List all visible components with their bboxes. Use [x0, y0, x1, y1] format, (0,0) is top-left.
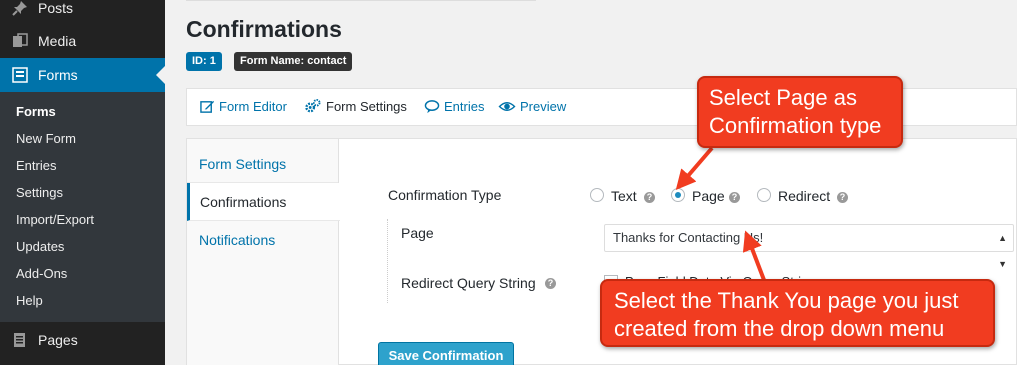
preview-link[interactable]: Preview	[498, 99, 566, 114]
tab-confirmations[interactable]: Confirmations	[187, 183, 340, 221]
preview-label: Preview	[520, 99, 567, 114]
submenu-help[interactable]: Help	[16, 291, 43, 311]
radio-redirect-label: Redirect	[778, 188, 831, 204]
admin-sidebar: Posts Media Forms Forms New Form Entries…	[0, 0, 165, 365]
radio-page-label: Page	[692, 188, 725, 204]
entries-link[interactable]: Entries	[424, 99, 484, 114]
callout-1-line-1: Select Page as	[709, 85, 857, 110]
active-arrow	[156, 66, 165, 84]
comment-icon	[424, 100, 440, 114]
submenu-forms[interactable]: Forms	[16, 102, 56, 122]
callout-select-page: Select Page as Confirmation type	[697, 76, 903, 148]
form-name-badge: Form Name: contact	[234, 52, 353, 71]
submenu-import-export[interactable]: Import/Export	[16, 210, 94, 230]
help-icon-query[interactable]: ?	[545, 278, 556, 289]
help-icon-text[interactable]: ?	[644, 192, 655, 203]
tab-notifications[interactable]: Notifications	[187, 221, 338, 259]
form-editor-label: Form Editor	[219, 99, 287, 114]
submenu-new-form[interactable]: New Form	[16, 129, 76, 149]
callout-1-line-2: Confirmation type	[709, 113, 882, 138]
page-title: Confirmations	[186, 16, 342, 42]
form-editor-link[interactable]: Form Editor	[200, 99, 287, 114]
form-id-badge: ID: 1	[186, 52, 222, 71]
save-confirmation-button[interactable]: Save Confirmation	[378, 342, 514, 365]
callout-select-thank-you: Select the Thank You page you just creat…	[600, 279, 995, 347]
forms-icon	[10, 65, 30, 85]
pages-icon	[10, 330, 30, 350]
submenu-add-ons[interactable]: Add-Ons	[16, 264, 67, 284]
menu-label-pages: Pages	[38, 332, 78, 348]
page-label: Page	[401, 225, 434, 241]
media-icon	[10, 31, 30, 51]
menu-item-posts[interactable]: Posts	[0, 0, 165, 25]
pushpin-icon	[10, 0, 30, 18]
menu-item-pages[interactable]: Pages	[0, 323, 165, 357]
entries-label: Entries	[444, 99, 485, 114]
select-arrows-icon: ▲ ▼	[998, 233, 1007, 269]
menu-item-forms[interactable]: Forms	[0, 58, 165, 92]
radio-text-label: Text	[611, 188, 637, 204]
radio-page[interactable]	[671, 188, 685, 202]
eye-icon	[498, 102, 516, 111]
forms-submenu: Forms New Form Entries Settings Import/E…	[0, 92, 165, 322]
page-select[interactable]: Thanks for Contacting Us! ▲ ▼	[604, 224, 1014, 269]
menu-label-forms: Forms	[38, 67, 78, 83]
menu-item-media[interactable]: Media	[0, 24, 165, 58]
menu-label-posts: Posts	[38, 0, 74, 16]
indent-guide	[387, 219, 388, 303]
gears-icon	[305, 99, 321, 113]
top-divider	[186, 0, 536, 1]
submenu-entries[interactable]: Entries	[16, 156, 56, 176]
menu-label-media: Media	[38, 33, 77, 49]
page-select-value: Thanks for Contacting Us!	[613, 230, 764, 245]
confirmation-type-label: Confirmation Type	[388, 187, 502, 203]
callout-2-line-1: Select the Thank You page you just	[614, 288, 959, 313]
form-settings-label: Form Settings	[326, 99, 407, 114]
help-icon-page[interactable]: ?	[729, 192, 740, 203]
submenu-updates[interactable]: Updates	[16, 237, 64, 257]
edit-icon	[200, 100, 215, 113]
form-settings-link[interactable]: Form Settings	[304, 99, 407, 114]
radio-redirect[interactable]	[757, 188, 771, 202]
submenu-settings[interactable]: Settings	[16, 183, 63, 203]
tab-form-settings[interactable]: Form Settings	[187, 145, 338, 183]
settings-tabs: Form Settings Confirmations Notification…	[187, 139, 340, 365]
redirect-query-label: Redirect Query String	[401, 275, 536, 291]
help-icon-redirect[interactable]: ?	[837, 192, 848, 203]
callout-2-line-2: created from the drop down menu	[614, 316, 945, 341]
radio-text[interactable]	[590, 188, 604, 202]
